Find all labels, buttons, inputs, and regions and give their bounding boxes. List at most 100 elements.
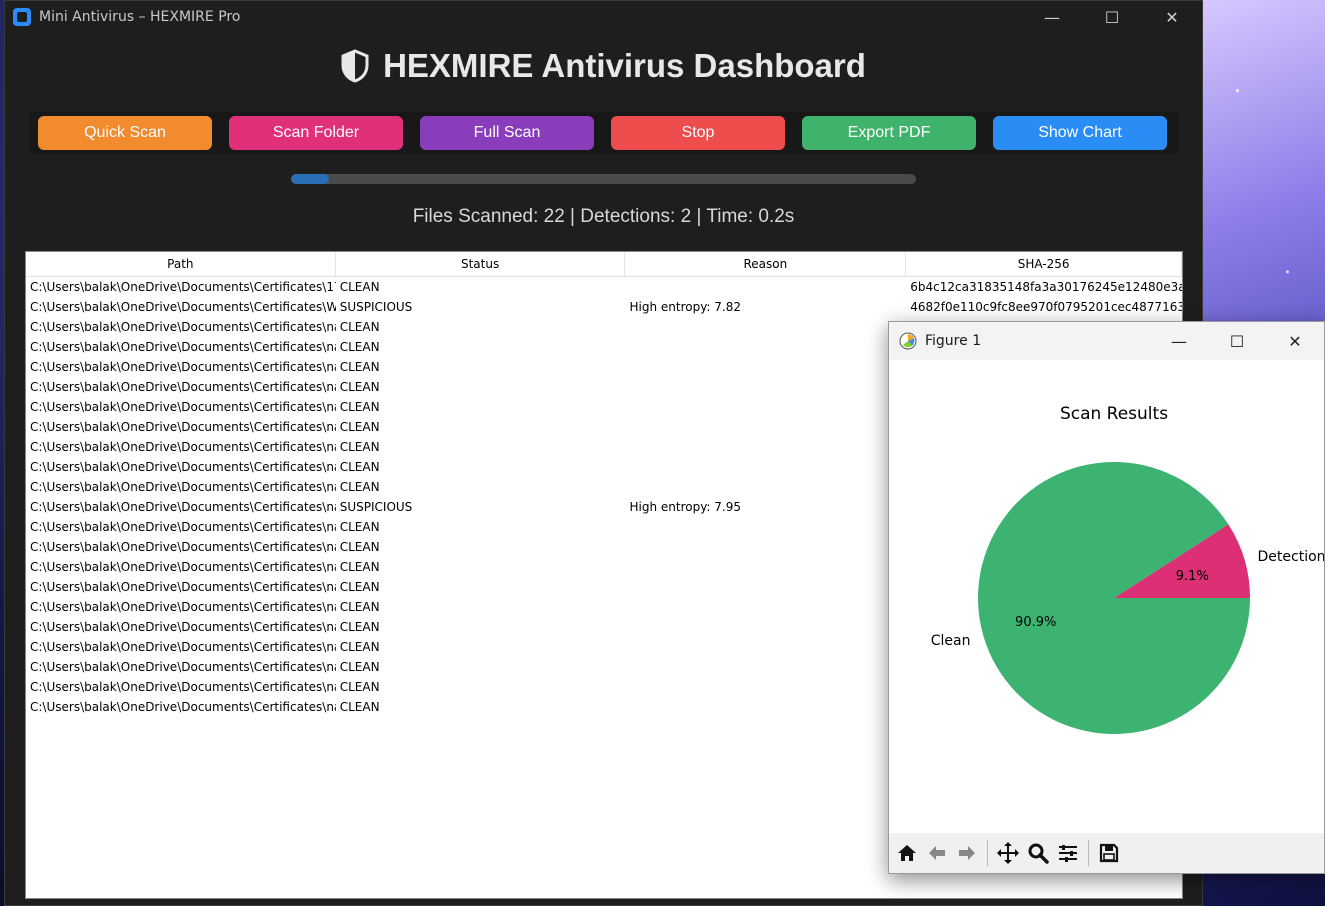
cell-reason	[625, 537, 906, 557]
column-header-path[interactable]: Path	[26, 252, 336, 276]
cell-status: CLEAN	[339, 660, 380, 674]
cell-reason	[625, 417, 906, 437]
window-title: Mini Antivirus – HEXMIRE Pro	[39, 9, 241, 25]
cell-path: C:\Users\balak\OneDrive\Documents\Certif…	[30, 480, 336, 494]
figure-canvas[interactable]: Scan Results 9.1% Detection 90.9% Clean	[889, 360, 1325, 833]
export-pdf-button[interactable]: Export PDF	[802, 116, 976, 150]
cell-sha256: 4682f0e110c9fc8ee970f0795201cec4877163a9…	[910, 300, 1182, 314]
cell-reason	[625, 437, 906, 457]
cell-reason	[625, 317, 906, 337]
pie-chart: Scan Results 9.1% Detection 90.9% Clean	[931, 404, 1325, 734]
cell-status: CLEAN	[339, 680, 380, 694]
cell-reason: High entropy: 7.82	[629, 300, 742, 314]
cell-status: CLEAN	[339, 440, 380, 454]
cell-status: CLEAN	[339, 320, 380, 334]
cell-path: C:\Users\balak\OneDrive\Documents\Certif…	[30, 440, 336, 454]
full-scan-button[interactable]: Full Scan	[420, 116, 594, 150]
cell-path: C:\Users\balak\OneDrive\Documents\Certif…	[30, 420, 336, 434]
table-header: Path Status Reason SHA-256	[26, 252, 1182, 277]
figure-maximize-button[interactable]: ☐	[1208, 322, 1266, 360]
show-chart-button[interactable]: Show Chart	[993, 116, 1167, 150]
action-toolbar: Quick Scan Scan Folder Full Scan Stop Export…	[29, 112, 1179, 154]
cell-path: C:\Users\balak\OneDrive\Documents\Certif…	[30, 620, 336, 634]
zoom-icon[interactable]	[1024, 838, 1052, 868]
cell-path: C:\Users\balak\OneDrive\Documents\Certif…	[30, 700, 336, 714]
dashboard-heading: HEXMIRE Antivirus Dashboard	[5, 47, 1202, 85]
cell-reason	[625, 457, 906, 477]
minimize-button[interactable]: —	[1022, 1, 1082, 33]
cell-status: CLEAN	[339, 380, 380, 394]
figure-window: Figure 1 — ☐ ✕ Scan Results 9.1% Detectio…	[888, 321, 1325, 874]
cell-reason	[625, 377, 906, 397]
figure-title: Figure 1	[925, 333, 982, 349]
toolbar-divider	[1088, 840, 1089, 866]
shield-icon	[341, 49, 369, 83]
cell-status: CLEAN	[339, 360, 380, 374]
chart-title: Scan Results	[1060, 404, 1168, 424]
scan-progress-bar	[291, 174, 916, 184]
cell-path: C:\Users\balak\OneDrive\Documents\Certif…	[30, 400, 336, 414]
cell-path: C:\Users\balak\OneDrive\Documents\Certif…	[30, 520, 336, 534]
pie-slice-clean	[978, 462, 1250, 734]
pie-label-detection: Detection	[1258, 549, 1324, 565]
cell-path: C:\Users\balak\OneDrive\Documents\Certif…	[30, 460, 336, 474]
cell-reason	[625, 637, 906, 657]
cell-reason	[625, 557, 906, 577]
cell-status: CLEAN	[339, 600, 380, 614]
save-icon[interactable]	[1095, 838, 1123, 868]
table-row[interactable]: C:\Users\balak\OneDrive\Documents\Certif…	[26, 297, 1182, 317]
pan-icon[interactable]	[994, 838, 1022, 868]
figure-close-button[interactable]: ✕	[1266, 322, 1324, 360]
cell-status: CLEAN	[339, 620, 380, 634]
cell-reason	[625, 517, 906, 537]
cell-status: CLEAN	[339, 400, 380, 414]
cell-status: CLEAN	[339, 480, 380, 494]
cell-status: CLEAN	[339, 340, 380, 354]
cell-reason	[625, 277, 906, 297]
cell-path: C:\Users\balak\OneDrive\Documents\Certif…	[30, 640, 336, 654]
cell-path: C:\Users\balak\OneDrive\Documents\Certif…	[30, 500, 336, 514]
cell-path: C:\Users\balak\OneDrive\Documents\Certif…	[30, 340, 336, 354]
cell-reason	[625, 677, 906, 697]
figure-toolbar	[889, 833, 1324, 873]
table-row[interactable]: C:\Users\balak\OneDrive\Documents\Certif…	[26, 277, 1182, 297]
configure-subplots-icon[interactable]	[1054, 838, 1082, 868]
cell-reason	[625, 357, 906, 377]
cell-status: CLEAN	[339, 700, 380, 714]
cell-status: CLEAN	[339, 580, 380, 594]
cell-path: C:\Users\balak\OneDrive\Documents\Certif…	[30, 380, 336, 394]
cell-status: SUSPICIOUS	[339, 300, 413, 314]
scan-folder-button[interactable]: Scan Folder	[229, 116, 403, 150]
cell-path: C:\Users\balak\OneDrive\Documents\Certif…	[30, 360, 336, 374]
dashboard-title: HEXMIRE Antivirus Dashboard	[383, 47, 866, 84]
back-arrow-icon[interactable]	[923, 838, 951, 868]
column-header-reason[interactable]: Reason	[625, 252, 907, 276]
cell-path: C:\Users\balak\OneDrive\Documents\Certif…	[30, 540, 336, 554]
toolbar-divider	[987, 840, 988, 866]
cell-path: C:\Users\balak\OneDrive\Documents\Certif…	[30, 600, 336, 614]
app-icon	[13, 8, 31, 26]
maximize-button[interactable]: ☐	[1082, 1, 1142, 33]
cell-status: CLEAN	[339, 540, 380, 554]
home-icon[interactable]	[893, 838, 921, 868]
scan-progress-fill	[291, 174, 329, 184]
title-bar: Mini Antivirus – HEXMIRE Pro — ☐ ✕	[5, 1, 1202, 33]
quick-scan-button[interactable]: Quick Scan	[38, 116, 212, 150]
cell-reason	[625, 657, 906, 677]
stop-button[interactable]: Stop	[611, 116, 785, 150]
cell-reason	[625, 577, 906, 597]
cell-status: CLEAN	[339, 280, 380, 294]
cell-path: C:\Users\balak\OneDrive\Documents\Certif…	[30, 680, 336, 694]
figure-title-bar: Figure 1 — ☐ ✕	[889, 322, 1324, 360]
cell-reason	[625, 597, 906, 617]
forward-arrow-icon[interactable]	[953, 838, 981, 868]
cell-status: SUSPICIOUS	[339, 500, 413, 514]
cell-reason	[625, 617, 906, 637]
cell-path: C:\Users\balak\OneDrive\Documents\Certif…	[30, 560, 336, 574]
column-header-status[interactable]: Status	[336, 252, 626, 276]
figure-minimize-button[interactable]: —	[1150, 322, 1208, 360]
cell-path: C:\Users\balak\OneDrive\Documents\Certif…	[30, 580, 336, 594]
column-header-sha256[interactable]: SHA-256	[906, 252, 1182, 276]
cell-status: CLEAN	[339, 420, 380, 434]
close-button[interactable]: ✕	[1142, 1, 1202, 33]
